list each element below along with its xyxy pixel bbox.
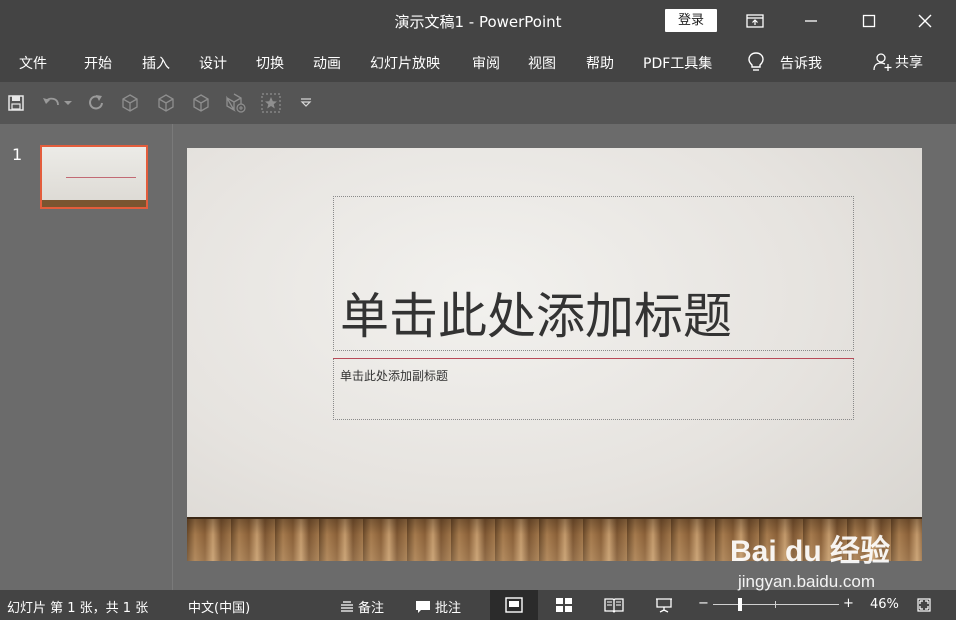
slide-number: 1: [12, 145, 23, 164]
cube-icon[interactable]: [120, 93, 140, 113]
share-button[interactable]: 共享: [873, 52, 923, 72]
thumbnail-floor: [42, 200, 146, 207]
share-label: 共享: [895, 55, 923, 71]
minimize-icon: [805, 20, 817, 22]
lightbulb-icon[interactable]: [746, 51, 766, 73]
ribbon-tabs: 文件 开始 插入 设计 切换 动画 幻灯片放映 审阅 视图 帮助 PDF工具集 …: [0, 42, 956, 82]
zoom-slider-track[interactable]: [713, 604, 839, 605]
close-button[interactable]: [902, 0, 948, 42]
reading-view-icon: [604, 598, 624, 613]
notes-label: 备注: [358, 601, 385, 616]
tab-animations[interactable]: 动画: [313, 53, 341, 73]
language-status[interactable]: 中文(中国): [188, 597, 250, 616]
tab-review[interactable]: 审阅: [472, 53, 500, 73]
slideshow-view-button[interactable]: [640, 590, 688, 620]
tab-design[interactable]: 设计: [199, 53, 227, 73]
tell-me-search[interactable]: 告诉我: [780, 53, 822, 73]
login-button[interactable]: 登录: [665, 9, 717, 32]
tab-insert[interactable]: 插入: [142, 53, 170, 73]
zoom-out-button[interactable]: −: [698, 596, 709, 611]
minimize-button[interactable]: [788, 0, 834, 42]
tab-view[interactable]: 视图: [528, 53, 556, 73]
slide-thumbnail[interactable]: [40, 145, 148, 209]
title-placeholder-box[interactable]: 单击此处添加标题: [333, 196, 854, 351]
normal-view-button[interactable]: [490, 590, 538, 620]
cube-icon[interactable]: [191, 93, 211, 113]
title-bar: 演示文稿1 - PowerPoint 登录: [0, 0, 956, 42]
reading-view-button[interactable]: [590, 590, 638, 620]
star-frame-icon[interactable]: [261, 93, 281, 113]
comments-button[interactable]: 批注: [415, 597, 461, 616]
tab-pdf-tools[interactable]: PDF工具集: [643, 53, 712, 73]
tab-slideshow[interactable]: 幻灯片放映: [370, 53, 440, 73]
notes-icon: [341, 600, 353, 612]
title-placeholder-text: 单击此处添加标题: [340, 288, 733, 345]
subtitle-placeholder-text: 单击此处添加副标题: [340, 369, 449, 383]
slide-count-status[interactable]: 幻灯片 第 1 张，共 1 张: [7, 597, 148, 616]
baidu-watermark: Bai du 经验 jingyan.baidu.com: [730, 520, 930, 600]
normal-view-icon: [505, 597, 523, 613]
zoom-slider-tick: [775, 601, 776, 608]
undo-dropdown-icon[interactable]: [62, 93, 74, 113]
panel-divider[interactable]: [172, 124, 173, 590]
slide-sorter-icon: [556, 598, 572, 612]
customize-dropdown-icon[interactable]: [296, 93, 316, 113]
cube-add-icon[interactable]: [226, 93, 246, 113]
redo-icon[interactable]: [86, 93, 106, 113]
thumbnail-title-line: [66, 177, 136, 178]
subtitle-placeholder-box[interactable]: 单击此处添加副标题: [333, 359, 854, 420]
tab-home[interactable]: 开始: [84, 53, 112, 73]
undo-icon[interactable]: [42, 93, 62, 113]
slide-sorter-view-button[interactable]: [540, 590, 588, 620]
ribbon-display-options-button[interactable]: [732, 0, 778, 42]
watermark-url: jingyan.baidu.com: [738, 572, 876, 591]
save-icon[interactable]: [6, 93, 26, 113]
slideshow-icon: [656, 598, 672, 613]
comment-icon: [416, 600, 430, 613]
share-person-icon: [873, 53, 892, 71]
tab-file[interactable]: 文件: [19, 53, 47, 73]
close-icon: [918, 14, 932, 28]
slide-canvas[interactable]: 单击此处添加标题 单击此处添加副标题: [187, 148, 922, 561]
maximize-button[interactable]: [846, 0, 892, 42]
notes-button[interactable]: 备注: [340, 597, 384, 616]
comments-label: 批注: [435, 601, 462, 616]
watermark-logo: Bai du 经验: [730, 535, 891, 568]
maximize-icon: [862, 14, 876, 28]
quick-access-toolbar: [0, 82, 956, 124]
tab-help[interactable]: 帮助: [586, 53, 614, 73]
tab-transitions[interactable]: 切换: [256, 53, 284, 73]
cube-icon[interactable]: [156, 93, 176, 113]
ribbon-display-icon: [746, 14, 764, 28]
fit-window-icon: [917, 598, 931, 612]
